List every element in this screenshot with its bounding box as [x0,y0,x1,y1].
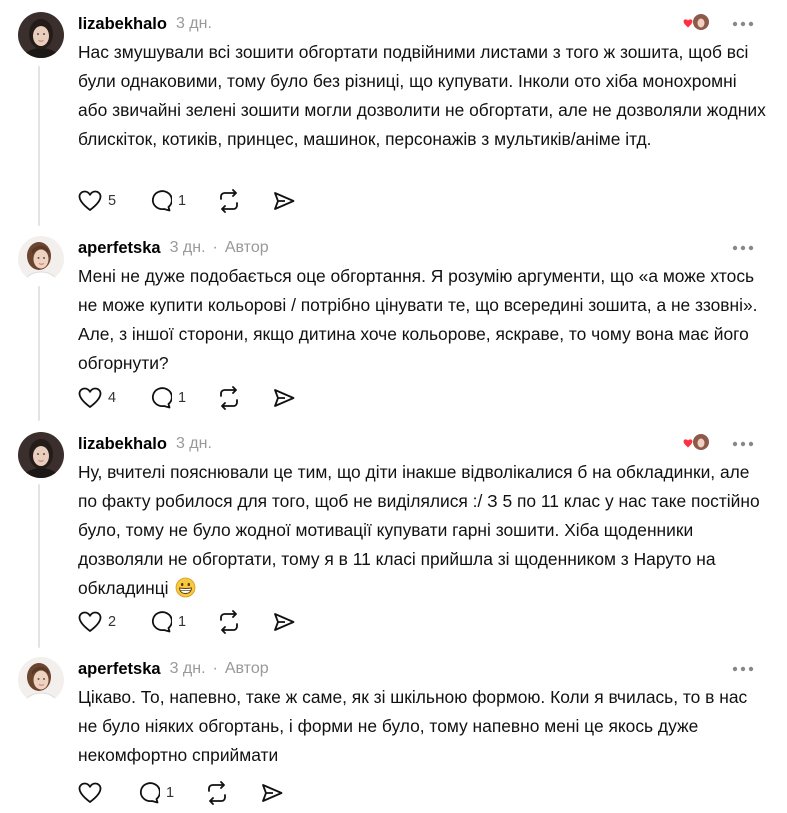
heart-icon [78,782,102,803]
username[interactable]: aperfetska [78,660,161,679]
reply-count: 1 [178,614,187,630]
more-icon [732,441,754,447]
share-icon [274,192,295,210]
comment-header: lizabekhalo 3 дн. [78,12,212,36]
like-button[interactable] [78,779,136,807]
avatar[interactable] [18,12,64,58]
repost-button[interactable] [204,779,260,807]
like-button[interactable]: 2 [78,608,148,636]
reply-button[interactable]: 1 [148,384,216,412]
more-icon [732,666,754,672]
reply-button[interactable]: 1 [136,779,204,807]
comment-text: Цікаво. То, напевно, таке ж саме, як зі … [78,687,748,765]
like-button[interactable]: 5 [78,187,148,215]
repost-button[interactable] [216,608,272,636]
heart-icon [78,387,102,408]
comment-text: Нас змушували всі зошити обгортати подві… [78,42,766,149]
more-icon [732,245,754,251]
liked-by-author-badge [681,432,711,454]
comment-header: aperfetska 3 дн. · Автор [78,236,269,260]
reply-count: 1 [178,193,187,209]
comment: aperfetska 3 дн. · Автор Цікаво. То, нап… [0,657,787,813]
liked-by-author-badge [681,12,711,34]
share-icon [274,389,295,407]
username[interactable]: aperfetska [78,239,161,258]
comment: lizabekhalo 3 дн. Ну, вчителі пояснювали… [0,432,787,647]
username[interactable]: lizabekhalo [78,15,167,34]
like-count: 5 [108,193,117,209]
reply-button[interactable]: 1 [148,608,216,636]
action-bar: 2 1 [78,608,296,636]
avatar[interactable] [18,432,64,478]
repost-icon [220,189,238,213]
heart-icon [78,611,102,632]
action-bar: 1 [78,779,284,807]
timestamp[interactable]: 3 дн. [170,239,206,257]
separator: · [212,239,218,256]
author-badge: Автор [224,239,269,256]
reply-count: 1 [178,390,187,406]
like-button[interactable]: 4 [78,384,148,412]
action-bar: 5 1 [78,187,296,215]
reply-count: 1 [166,785,175,801]
grinning-face-emoji [175,577,196,598]
timestamp[interactable]: 3 дн. [176,15,212,33]
repost-button[interactable] [216,384,272,412]
more-options-button[interactable] [731,659,755,679]
repost-icon [220,386,238,410]
comment: aperfetska 3 дн. · Автор Мені не дуже по… [0,236,787,426]
heart-icon [78,190,102,211]
repost-icon [208,781,226,805]
separator: · [212,660,218,677]
repost-button[interactable] [216,187,272,215]
comment-icon [151,387,172,409]
avatar[interactable] [18,236,64,282]
share-button[interactable] [272,187,296,215]
comment-header: lizabekhalo 3 дн. [78,432,212,456]
share-button[interactable] [272,608,296,636]
comment-header: aperfetska 3 дн. · Автор [78,657,269,681]
username[interactable]: lizabekhalo [78,435,167,454]
share-button[interactable] [272,384,296,412]
more-options-button[interactable] [731,434,755,454]
avatar[interactable] [18,657,64,703]
author-badge: Автор [224,660,269,677]
comment-icon [139,782,160,804]
action-bar: 4 1 [78,384,296,412]
comment-text: Ну, вчителі пояснювали це тим, що діти і… [78,458,768,603]
share-icon [262,784,283,802]
like-count: 4 [108,390,117,406]
comment-text: Мені не дуже подобається оце обгортання.… [78,266,758,373]
more-icon [732,21,754,27]
timestamp[interactable]: 3 дн. [170,660,206,678]
share-button[interactable] [260,779,284,807]
more-options-button[interactable] [731,238,755,258]
comment-icon [151,190,172,212]
timestamp[interactable]: 3 дн. [176,435,212,453]
comment: lizabekhalo 3 дн. Нас змушували всі зоши… [0,12,787,222]
like-count: 2 [108,614,117,630]
more-options-button[interactable] [731,14,755,34]
comment-icon [151,611,172,633]
repost-icon [220,610,238,634]
reply-button[interactable]: 1 [148,187,216,215]
share-icon [274,613,295,631]
